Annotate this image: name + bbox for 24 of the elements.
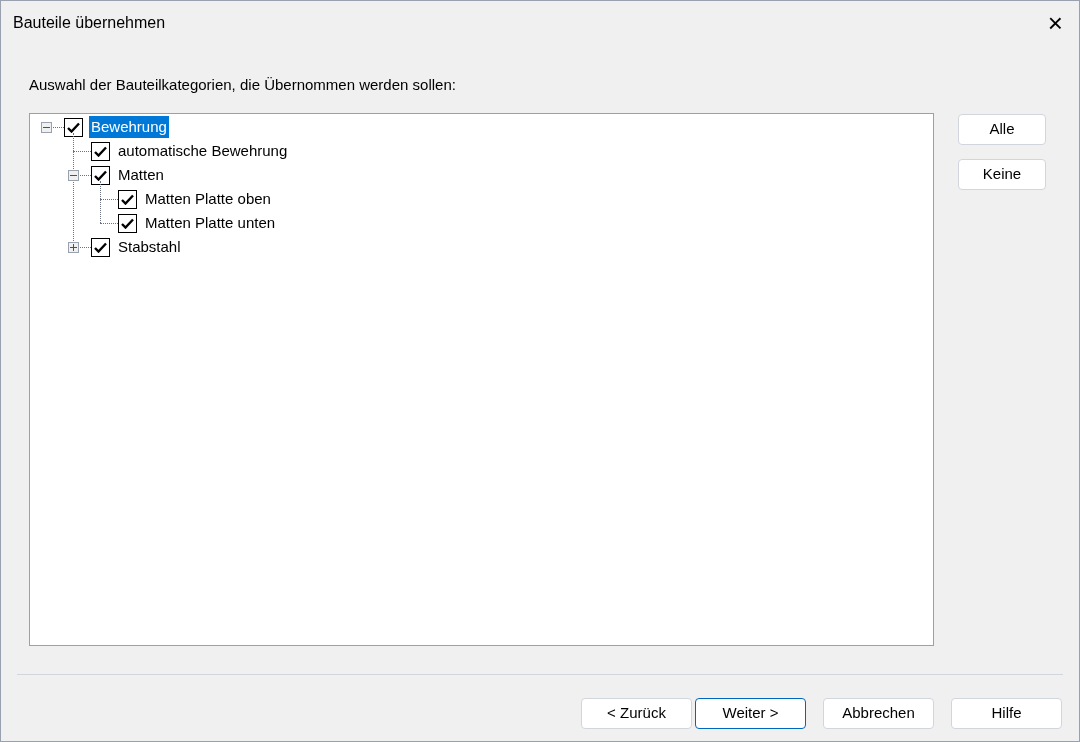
tree-item-label[interactable]: Matten Platte unten xyxy=(143,212,278,234)
tree-item-label[interactable]: Matten Platte oben xyxy=(143,188,273,210)
window-title: Bauteile übernehmen xyxy=(13,13,166,33)
checkbox[interactable] xyxy=(118,189,137,209)
checkbox[interactable] xyxy=(91,165,110,185)
checkbox[interactable] xyxy=(118,213,137,233)
side-button[interactable]: Keine xyxy=(958,159,1046,190)
collapse-icon[interactable] xyxy=(68,169,79,181)
footer-button[interactable]: < Zurück xyxy=(581,698,692,729)
instruction-text: Auswahl der Bauteilkategorien, die Übernommen werden sollen: xyxy=(29,76,456,93)
collapse-icon[interactable] xyxy=(41,121,52,133)
checkbox[interactable] xyxy=(64,117,83,137)
tree-item-label[interactable]: automatische Bewehrung xyxy=(116,140,290,162)
footer-button[interactable]: Abbrechen xyxy=(823,698,934,729)
close-button[interactable]: × xyxy=(1047,10,1063,36)
side-button[interactable]: Alle xyxy=(958,114,1046,145)
tree-item-label[interactable]: Bewehrung xyxy=(89,116,169,138)
expand-icon[interactable] xyxy=(68,241,79,253)
tree-item-label[interactable]: Stabstahl xyxy=(116,236,183,258)
checkbox[interactable] xyxy=(91,141,110,161)
tree-item-label[interactable]: Matten xyxy=(116,164,166,186)
checkbox[interactable] xyxy=(91,237,110,257)
footer-button[interactable]: Weiter > xyxy=(695,698,806,729)
footer-button[interactable]: Hilfe xyxy=(951,698,1062,729)
